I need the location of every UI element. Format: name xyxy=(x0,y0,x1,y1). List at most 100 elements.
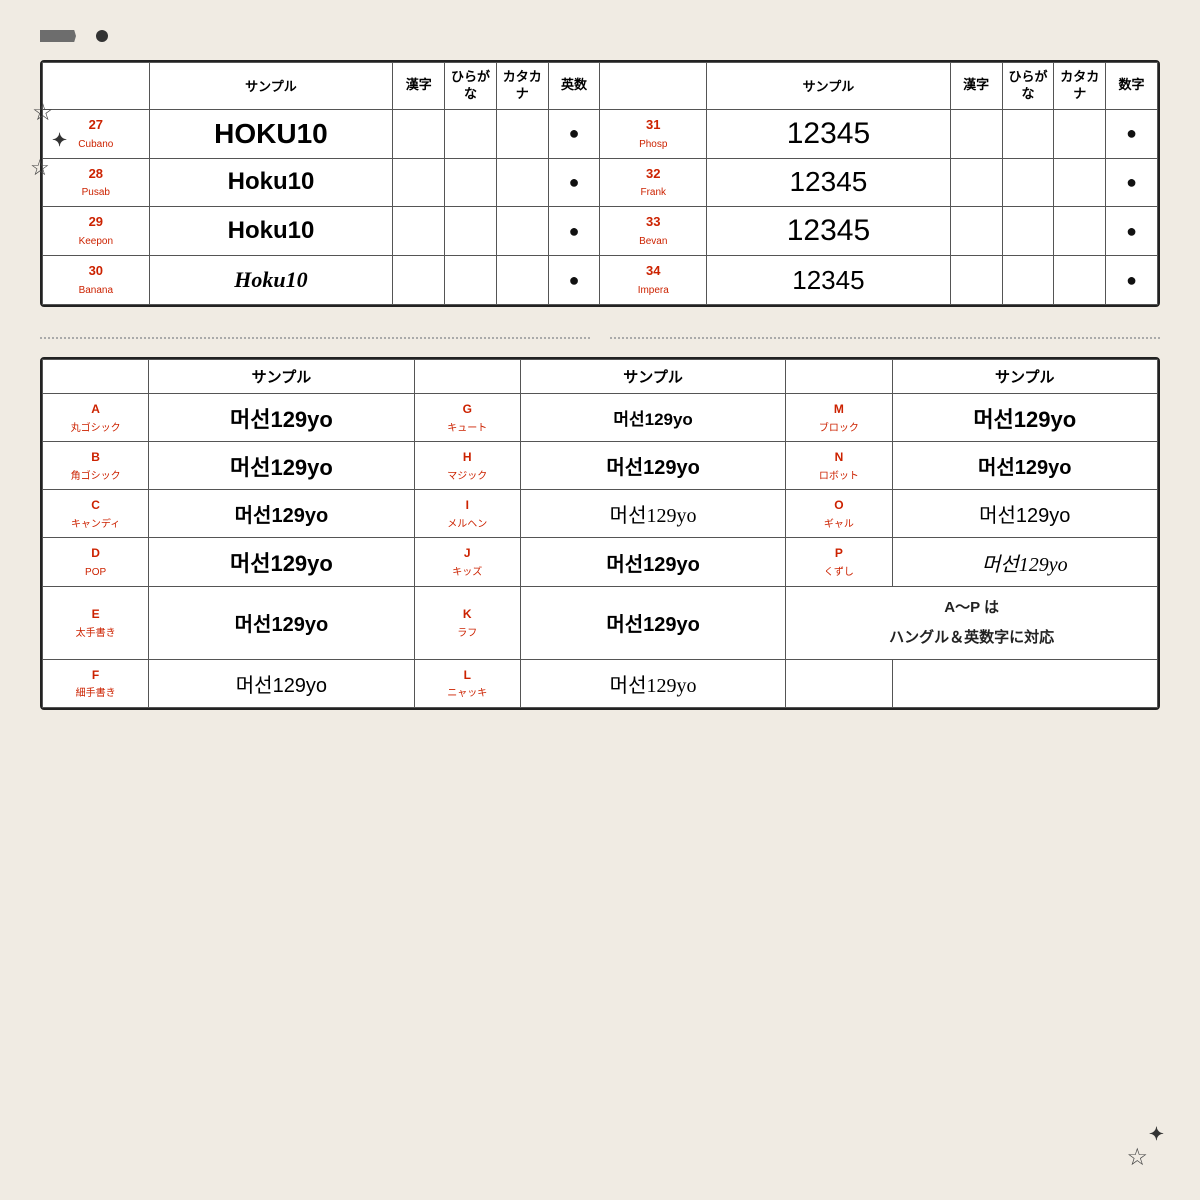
kanji-left xyxy=(393,207,445,256)
hangul-table-row: B角ゴシック 머선129yo Hマジック 머선129yo Nロボット 머선129… xyxy=(43,442,1158,490)
hangul-table-row: A丸ゴシック 머선129yo Gキュート 머선129yo Mブロック 머선129… xyxy=(43,393,1158,441)
hira-left xyxy=(445,158,497,207)
hira-left xyxy=(445,256,497,305)
hangul-sample-g: 머선129yo xyxy=(520,442,785,490)
dots-divider xyxy=(40,337,1160,339)
font-id-right: 33Bevan xyxy=(600,207,707,256)
table-row: 28Pusab Hoku10 ● 32Frank 12345 ● xyxy=(43,158,1158,207)
num-right: ● xyxy=(1106,158,1158,207)
hangul-table: サンプル サンプル サンプル A丸ゴシック 머선129yo Gキュート 머선12… xyxy=(42,359,1158,708)
font-id-right: 34Impera xyxy=(600,256,707,305)
sparkle-icon-tl: ✦ xyxy=(52,130,67,151)
hangul-id-a: E太手書き xyxy=(43,586,149,659)
kata-left xyxy=(496,109,548,158)
kanji-right xyxy=(950,256,1002,305)
hangul-id-a: F細手書き xyxy=(43,659,149,707)
eisu-left: ● xyxy=(548,207,600,256)
sparkle-icon-br: ✦ xyxy=(1149,1124,1164,1145)
kanji-left xyxy=(393,256,445,305)
hangul-id-a: DPOP xyxy=(43,538,149,586)
font-sample-right: 12345 xyxy=(707,158,951,207)
th-kanji-left: 漢字 xyxy=(393,63,445,110)
kata-right xyxy=(1054,158,1106,207)
th-hira-left: ひらがな xyxy=(445,63,497,110)
dots-line-right xyxy=(610,337,1160,339)
eisu-left: ● xyxy=(548,256,600,305)
hangul-id-m: Nロボット xyxy=(786,442,892,490)
hangul-sample-m: 머선129yo xyxy=(892,393,1158,441)
font-id-left: 28Pusab xyxy=(43,158,150,207)
eisu-left: ● xyxy=(548,109,600,158)
font-sample-right: 12345 xyxy=(707,207,951,256)
hangul-table-row: DPOP 머선129yo Jキッズ 머선129yo Pくずし 머선129yo xyxy=(43,538,1158,586)
font-id-left: 30Banana xyxy=(43,256,150,305)
top-font-table-wrapper: サンプル 漢字 ひらがな カタカナ 英数 サンプル 漢字 ひらがな カタカナ 数… xyxy=(40,60,1160,307)
kata-left xyxy=(496,256,548,305)
hangul-sample-a: 머선129yo xyxy=(149,586,414,659)
star-icon-tl: ☆ xyxy=(32,98,54,127)
hangul-sample-m xyxy=(892,659,1158,707)
hira-right xyxy=(1002,158,1054,207)
hangul-id-m: A〜P はハングル＆英数字に対応 xyxy=(786,586,1158,659)
hangul-sample-m: 머선129yo xyxy=(892,490,1158,538)
th-kata-left: カタカナ xyxy=(496,63,548,110)
kata-left xyxy=(496,158,548,207)
font-id-right: 32Frank xyxy=(600,158,707,207)
hangul-sample-a: 머선129yo xyxy=(149,442,414,490)
hangul-id-a: B角ゴシック xyxy=(43,442,149,490)
bullet-icon xyxy=(96,30,108,42)
kata-left xyxy=(496,207,548,256)
dots-line-left xyxy=(40,337,590,339)
hangul-table-row: Cキャンディ 머선129yo Iメルヘン 머선129yo Oギャル 머선129y… xyxy=(43,490,1158,538)
th-kata-right: カタカナ xyxy=(1054,63,1106,110)
hth-sample1: サンプル xyxy=(149,359,414,393)
font-sample-left: HOKU10 xyxy=(149,109,393,158)
hangul-sample-a: 머선129yo xyxy=(149,659,414,707)
hangul-sample-g: 머선129yo xyxy=(520,393,785,441)
table-row: 29Keepon Hoku10 ● 33Bevan 12345 ● xyxy=(43,207,1158,256)
hira-right xyxy=(1002,109,1054,158)
table-header-row: サンプル 漢字 ひらがな カタカナ 英数 サンプル 漢字 ひらがな カタカナ 数… xyxy=(43,63,1158,110)
th-num-right: 数字 xyxy=(1106,63,1158,110)
font-id-right: 31Phosp xyxy=(600,109,707,158)
top-font-table: サンプル 漢字 ひらがな カタカナ 英数 サンプル 漢字 ひらがな カタカナ 数… xyxy=(42,62,1158,305)
hangul-sample-g: 머선129yo xyxy=(520,659,785,707)
font-sample-left: Hoku10 xyxy=(149,207,393,256)
eisu-left: ● xyxy=(548,158,600,207)
hangul-id-m: Oギャル xyxy=(786,490,892,538)
font-id-left: 29Keepon xyxy=(43,207,150,256)
th-hira-right: ひらがな xyxy=(1002,63,1054,110)
hth-empty3 xyxy=(786,359,892,393)
star-icon-tl2: ☆ xyxy=(30,155,50,181)
kanji-right xyxy=(950,109,1002,158)
hangul-sample-g: 머선129yo xyxy=(520,490,785,538)
hangul-sample-a: 머선129yo xyxy=(149,490,414,538)
hangul-id-g: Kラフ xyxy=(414,586,520,659)
hangul-table-row: E太手書き 머선129yo Kラフ 머선129yo A〜P はハングル＆英数字に… xyxy=(43,586,1158,659)
hangul-id-g: Lニャッキ xyxy=(414,659,520,707)
th-sample-right: サンプル xyxy=(707,63,951,110)
th-eisu-left: 英数 xyxy=(548,63,600,110)
hangul-sample-g: 머선129yo xyxy=(520,538,785,586)
header-section xyxy=(40,30,1160,42)
hangul-header-row: サンプル サンプル サンプル xyxy=(43,359,1158,393)
hira-left xyxy=(445,109,497,158)
kata-right xyxy=(1054,256,1106,305)
th-sample-left: サンプル xyxy=(149,63,393,110)
th-empty-right xyxy=(600,63,707,110)
hth-sample3: サンプル xyxy=(892,359,1158,393)
star-icon-br: ☆ xyxy=(1126,1143,1148,1172)
num-right: ● xyxy=(1106,207,1158,256)
hira-right xyxy=(1002,256,1054,305)
th-kanji-right: 漢字 xyxy=(950,63,1002,110)
font-sample-left: Hoku10 xyxy=(149,256,393,305)
table-row: 30Banana Hoku10 ● 34Impera 12345 ● xyxy=(43,256,1158,305)
hangul-id-a: A丸ゴシック xyxy=(43,393,149,441)
hangul-sample-g: 머선129yo xyxy=(520,586,785,659)
hangul-sample-m: 머선129yo xyxy=(892,538,1158,586)
font-sample-right: 12345 xyxy=(707,109,951,158)
hangul-id-g: Hマジック xyxy=(414,442,520,490)
num-right: ● xyxy=(1106,109,1158,158)
kata-right xyxy=(1054,207,1106,256)
hangul-id-m: Pくずし xyxy=(786,538,892,586)
